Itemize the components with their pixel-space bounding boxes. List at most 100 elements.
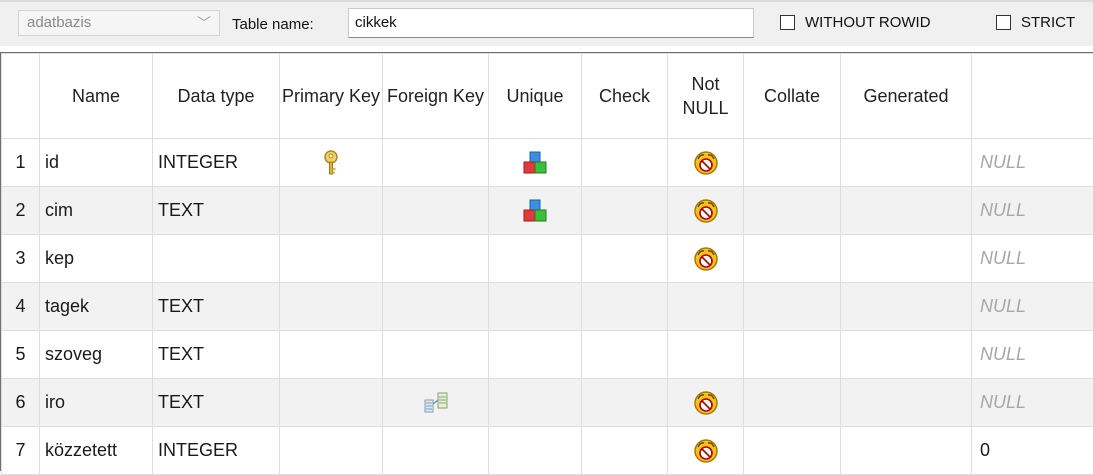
foreign-key-icon — [424, 391, 448, 411]
data-type-cell[interactable]: INTEGER — [153, 139, 280, 187]
column-name-cell[interactable]: szoveg — [40, 331, 153, 379]
header-data-type[interactable]: Data type — [153, 54, 280, 139]
primary-key-cell[interactable] — [280, 235, 383, 283]
unique-cell[interactable] — [489, 331, 582, 379]
default-cell[interactable]: NULL — [972, 283, 1093, 331]
collate-cell[interactable] — [744, 427, 841, 475]
data-type-cell[interactable]: TEXT — [153, 379, 280, 427]
chevron-down-icon: ﹀ — [197, 11, 211, 35]
schema-select[interactable]: adatbazis ﹀ — [18, 10, 220, 36]
default-cell[interactable]: NULL — [972, 235, 1093, 283]
not-null-cell[interactable] — [668, 187, 744, 235]
not-null-cell[interactable] — [668, 235, 744, 283]
header-unique[interactable]: Unique — [489, 54, 582, 139]
header-default[interactable] — [972, 54, 1093, 139]
generated-cell[interactable] — [841, 187, 972, 235]
primary-key-cell[interactable] — [280, 187, 383, 235]
default-cell[interactable]: NULL — [972, 379, 1093, 427]
collate-cell[interactable] — [744, 331, 841, 379]
default-cell[interactable]: NULL — [972, 331, 1093, 379]
default-cell[interactable]: NULL — [972, 139, 1093, 187]
data-type-cell[interactable]: TEXT — [153, 283, 280, 331]
row-number: 1 — [2, 139, 40, 187]
header-not-null[interactable]: Not NULL — [668, 54, 744, 139]
table-row[interactable]: 1idINTEGER NULL — [2, 139, 1093, 187]
collate-cell[interactable] — [744, 235, 841, 283]
strict-checkbox[interactable] — [996, 15, 1011, 30]
without-rowid-checkbox[interactable] — [780, 15, 795, 30]
unique-cell[interactable] — [489, 139, 582, 187]
primary-key-cell[interactable] — [280, 139, 383, 187]
unique-cell[interactable] — [489, 235, 582, 283]
table-row[interactable]: 3kep NULL — [2, 235, 1093, 283]
data-type-cell[interactable] — [153, 235, 280, 283]
header-collate[interactable]: Collate — [744, 54, 841, 139]
collate-cell[interactable] — [744, 139, 841, 187]
foreign-key-cell[interactable] — [383, 235, 489, 283]
collate-cell[interactable] — [744, 283, 841, 331]
check-cell[interactable] — [582, 331, 668, 379]
row-number: 3 — [2, 235, 40, 283]
generated-cell[interactable] — [841, 283, 972, 331]
row-number: 2 — [2, 187, 40, 235]
unique-cell[interactable] — [489, 283, 582, 331]
header-primary-key[interactable]: Primary Key — [280, 54, 383, 139]
default-cell[interactable]: 0 — [972, 427, 1093, 475]
columns-table: Name Data type Primary Key Foreign Key U… — [1, 53, 1093, 475]
not-null-smiley-icon — [693, 439, 719, 459]
column-name-cell[interactable]: cim — [40, 187, 153, 235]
generated-cell[interactable] — [841, 427, 972, 475]
table-name-input[interactable]: cikkek — [348, 8, 754, 38]
not-null-cell[interactable] — [668, 427, 744, 475]
header-foreign-key[interactable]: Foreign Key — [383, 54, 489, 139]
foreign-key-cell[interactable] — [383, 379, 489, 427]
foreign-key-cell[interactable] — [383, 283, 489, 331]
default-cell[interactable]: NULL — [972, 187, 1093, 235]
not-null-cell[interactable] — [668, 379, 744, 427]
primary-key-cell[interactable] — [280, 331, 383, 379]
toolbar-top-divider — [0, 0, 1093, 2]
not-null-cell[interactable] — [668, 139, 744, 187]
foreign-key-cell[interactable] — [383, 187, 489, 235]
table-row[interactable]: 4tagekTEXTNULL — [2, 283, 1093, 331]
data-type-cell[interactable]: INTEGER — [153, 427, 280, 475]
check-cell[interactable] — [582, 139, 668, 187]
generated-cell[interactable] — [841, 139, 972, 187]
unique-cell[interactable] — [489, 379, 582, 427]
column-name-cell[interactable]: közzetett — [40, 427, 153, 475]
primary-key-cell[interactable] — [280, 379, 383, 427]
data-type-cell[interactable]: TEXT — [153, 331, 280, 379]
check-cell[interactable] — [582, 427, 668, 475]
check-cell[interactable] — [582, 187, 668, 235]
collate-cell[interactable] — [744, 187, 841, 235]
generated-cell[interactable] — [841, 379, 972, 427]
generated-cell[interactable] — [841, 331, 972, 379]
collate-cell[interactable] — [744, 379, 841, 427]
table-row[interactable]: 6iroTEXTNULL — [2, 379, 1093, 427]
table-row[interactable]: 7közzetettINTEGER0 — [2, 427, 1093, 475]
header-check[interactable]: Check — [582, 54, 668, 139]
primary-key-cell[interactable] — [280, 427, 383, 475]
column-name-cell[interactable]: iro — [40, 379, 153, 427]
column-name-cell[interactable]: id — [40, 139, 153, 187]
data-type-cell[interactable]: TEXT — [153, 187, 280, 235]
table-row[interactable]: 2cimTEXT NULL — [2, 187, 1093, 235]
column-name-cell[interactable]: tagek — [40, 283, 153, 331]
foreign-key-cell[interactable] — [383, 331, 489, 379]
table-row[interactable]: 5szovegTEXTNULL — [2, 331, 1093, 379]
header-generated[interactable]: Generated — [841, 54, 972, 139]
column-name-cell[interactable]: kep — [40, 235, 153, 283]
generated-cell[interactable] — [841, 235, 972, 283]
header-name[interactable]: Name — [40, 54, 153, 139]
foreign-key-cell[interactable] — [383, 139, 489, 187]
foreign-key-cell[interactable] — [383, 427, 489, 475]
check-cell[interactable] — [582, 283, 668, 331]
unique-cell[interactable] — [489, 427, 582, 475]
not-null-cell[interactable] — [668, 331, 744, 379]
check-cell[interactable] — [582, 379, 668, 427]
unique-cell[interactable] — [489, 187, 582, 235]
primary-key-cell[interactable] — [280, 283, 383, 331]
check-cell[interactable] — [582, 235, 668, 283]
header-row: Name Data type Primary Key Foreign Key U… — [2, 54, 1093, 139]
not-null-cell[interactable] — [668, 283, 744, 331]
